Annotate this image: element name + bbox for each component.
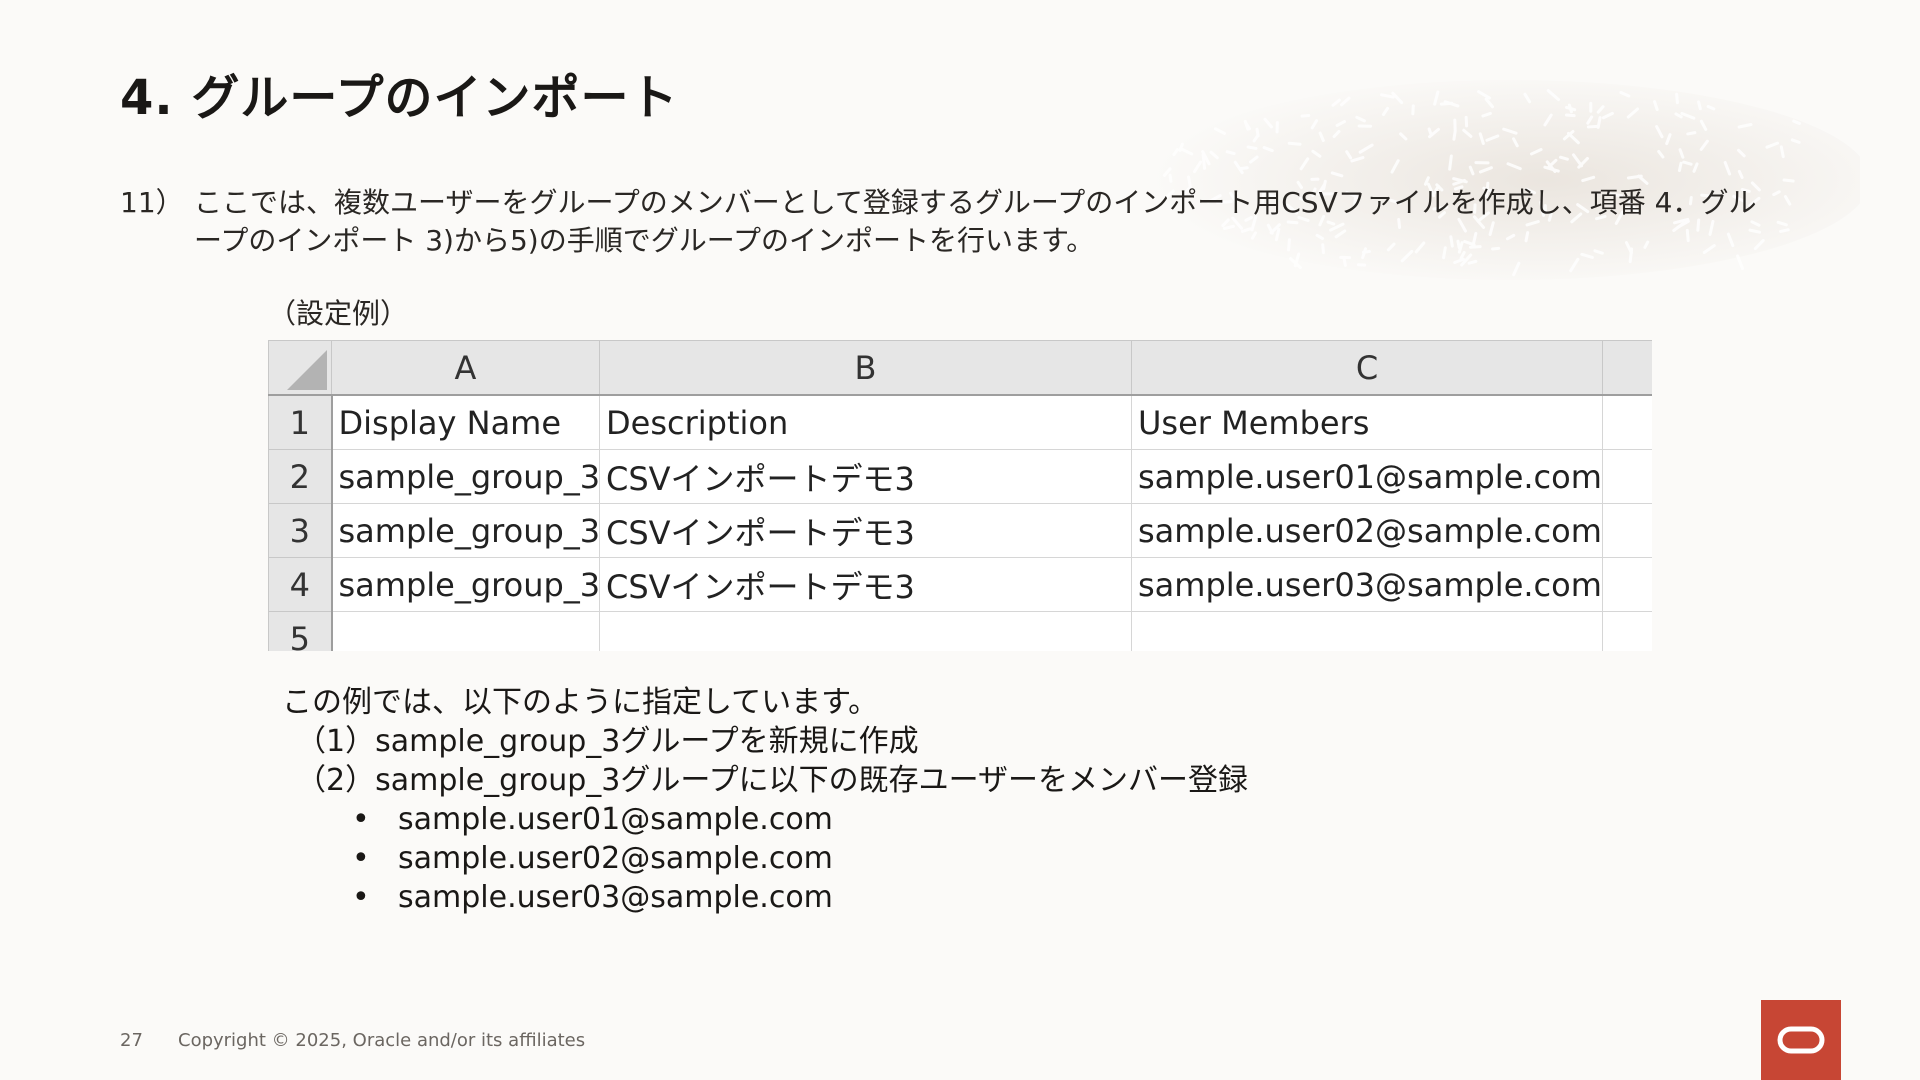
bullet-icon: • bbox=[352, 802, 370, 837]
list-item: • sample.user03@sample.com bbox=[352, 878, 1248, 917]
cell-c5[interactable] bbox=[1131, 611, 1603, 651]
csv-table: A B C 1 Display Name Description User Me… bbox=[268, 340, 1652, 651]
cell-d3[interactable] bbox=[1602, 503, 1652, 558]
decoration-stroke bbox=[1675, 92, 1679, 105]
column-header-empty[interactable] bbox=[1602, 340, 1652, 396]
cell-c4[interactable]: sample.user03@sample.com bbox=[1131, 557, 1603, 612]
oracle-logo-icon bbox=[1761, 1000, 1841, 1080]
explanation-intro: この例では、以下のように指定しています。 bbox=[282, 685, 879, 720]
cell-b2[interactable]: CSVインポートデモ3 bbox=[599, 449, 1132, 504]
column-header-a[interactable]: A bbox=[331, 340, 600, 396]
cell-c1[interactable]: User Members bbox=[1131, 394, 1603, 450]
step-text: ここでは、複数ユーザーをグループのメンバーとして登録するグループのインポート用C… bbox=[194, 186, 1757, 257]
select-all-triangle-icon bbox=[287, 350, 327, 390]
decoration-stroke bbox=[1168, 173, 1173, 183]
decoration-stroke bbox=[1626, 174, 1643, 180]
cell-b3[interactable]: CSVインポートデモ3 bbox=[599, 503, 1132, 558]
decoration-stroke bbox=[1697, 100, 1702, 111]
decoration-stroke bbox=[1779, 228, 1790, 233]
example-explanation: この例では、以下のように指定しています。 （1）sample_group_3グル… bbox=[282, 684, 1248, 917]
step-instruction: 11） ここでは、複数ユーザーをグループのメンバーとして登録するグループのインポ… bbox=[120, 184, 1760, 260]
decoration-stroke bbox=[1467, 259, 1478, 265]
table-row: 1 Display Name Description User Members bbox=[268, 394, 1652, 450]
decoration-stroke bbox=[1225, 150, 1236, 156]
decoration-stroke bbox=[1782, 178, 1795, 183]
cell-b4[interactable]: CSVインポートデモ3 bbox=[599, 557, 1132, 612]
cell-a2[interactable]: sample_group_3 bbox=[331, 449, 600, 504]
cell-d2[interactable] bbox=[1602, 449, 1652, 504]
list-item: • sample.user02@sample.com bbox=[352, 839, 1248, 878]
example-label: （設定例） bbox=[268, 297, 409, 330]
column-header-b[interactable]: B bbox=[599, 340, 1132, 396]
table-row: 2 sample_group_3 CSVインポートデモ3 sample.user… bbox=[268, 449, 1652, 504]
cell-a1[interactable]: Display Name bbox=[331, 394, 600, 450]
member-email: sample.user01@sample.com bbox=[398, 802, 833, 837]
explanation-item-1: （1）sample_group_3グループを新規に作成 bbox=[296, 724, 919, 759]
decoration-stroke bbox=[1779, 145, 1785, 159]
decoration-stroke bbox=[1287, 141, 1302, 146]
cell-d4[interactable] bbox=[1602, 557, 1652, 612]
decoration-stroke bbox=[1677, 161, 1683, 173]
row-header[interactable]: 3 bbox=[268, 503, 333, 558]
decoration-stroke bbox=[1448, 154, 1453, 171]
row-header[interactable]: 5 bbox=[268, 611, 333, 651]
table-row: 3 sample_group_3 CSVインポートデモ3 sample.user… bbox=[268, 503, 1652, 558]
cell-d1[interactable] bbox=[1602, 394, 1652, 450]
member-email: sample.user02@sample.com bbox=[398, 841, 833, 876]
table-row: 4 sample_group_3 CSVインポートデモ3 sample.user… bbox=[268, 557, 1652, 612]
row-header[interactable]: 4 bbox=[268, 557, 333, 612]
step-number: 11） bbox=[120, 186, 184, 219]
decoration-stroke bbox=[1686, 131, 1697, 136]
row-header[interactable]: 2 bbox=[268, 449, 333, 504]
decoration-stroke bbox=[1586, 124, 1599, 129]
row-header[interactable]: 1 bbox=[268, 394, 333, 450]
explanation-item-2: （2）sample_group_3グループに以下の既存ユーザーをメンバー登録 bbox=[296, 763, 1248, 798]
cell-a3[interactable]: sample_group_3 bbox=[331, 503, 600, 558]
select-all-corner[interactable] bbox=[268, 340, 332, 396]
bullet-icon: • bbox=[352, 880, 370, 915]
list-item: • sample.user01@sample.com bbox=[352, 800, 1248, 839]
cell-a5[interactable] bbox=[331, 611, 600, 651]
table-row: 5 bbox=[268, 611, 1652, 651]
page-number: 27 bbox=[120, 1030, 143, 1051]
cell-c3[interactable]: sample.user02@sample.com bbox=[1131, 503, 1603, 558]
decoration-stroke bbox=[1300, 113, 1311, 118]
decoration-stroke bbox=[1246, 145, 1258, 150]
column-header-c[interactable]: C bbox=[1131, 340, 1603, 396]
member-email: sample.user03@sample.com bbox=[398, 880, 833, 915]
spreadsheet-example: A B C 1 Display Name Description User Me… bbox=[268, 340, 1652, 651]
decoration-stroke bbox=[1682, 160, 1693, 166]
cell-b1[interactable]: Description bbox=[599, 394, 1132, 450]
decoration-stroke bbox=[1559, 155, 1569, 161]
cell-c2[interactable]: sample.user01@sample.com bbox=[1131, 449, 1603, 504]
cell-a4[interactable]: sample_group_3 bbox=[331, 557, 600, 612]
cell-b5[interactable] bbox=[599, 611, 1132, 651]
copyright-text: Copyright © 2025, Oracle and/or its affi… bbox=[178, 1030, 586, 1051]
decoration-stroke bbox=[1564, 113, 1576, 118]
column-header-row: A B C bbox=[268, 340, 1652, 396]
decoration-stroke bbox=[1452, 129, 1457, 141]
member-list: • sample.user01@sample.com • sample.user… bbox=[282, 800, 1248, 917]
cell-d5[interactable] bbox=[1602, 611, 1652, 651]
bullet-icon: • bbox=[352, 841, 370, 876]
page-title: 4. グループのインポート bbox=[120, 70, 679, 126]
